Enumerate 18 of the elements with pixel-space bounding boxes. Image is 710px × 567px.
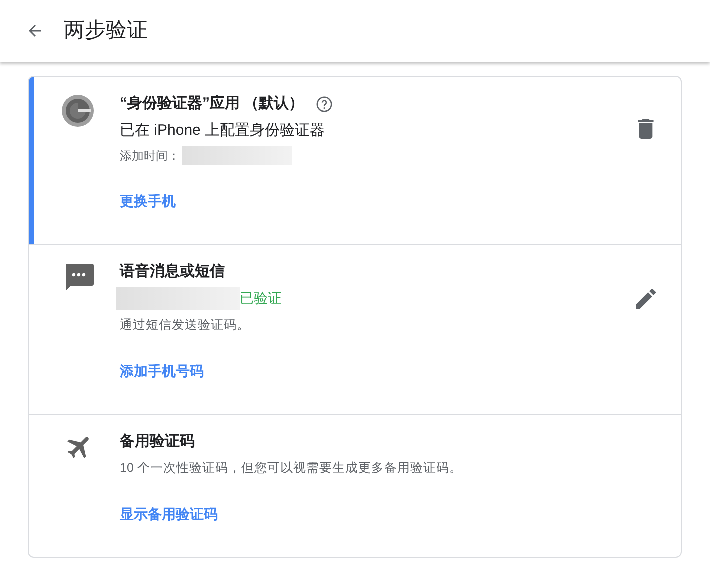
description-text: 通过短信发送验证码。 bbox=[120, 317, 251, 334]
section-title: 备用验证码 bbox=[120, 432, 195, 452]
verified-status: 已验证 bbox=[240, 289, 282, 308]
action-link[interactable]: 添加手机号码 bbox=[120, 360, 204, 382]
help-icon[interactable] bbox=[316, 96, 334, 112]
message-icon bbox=[63, 262, 95, 294]
pencil-icon bbox=[636, 289, 656, 309]
action-link[interactable]: 更换手机 bbox=[120, 191, 176, 212]
edit-button[interactable] bbox=[634, 287, 658, 311]
trash-icon bbox=[638, 119, 654, 139]
section-title: 语音消息或短信 bbox=[120, 262, 225, 282]
authenticator-icon bbox=[61, 94, 95, 128]
action-link[interactable]: 显示备用验证码 bbox=[120, 504, 218, 524]
added-time-label: 添加时间： bbox=[120, 148, 180, 164]
page-title: 两步验证 bbox=[64, 18, 148, 44]
section-title: “身份验证器”应用 （默认） bbox=[120, 94, 304, 114]
description-text: 10 个一次性验证码，但您可以视需要生成更多备用验证码。 bbox=[120, 460, 464, 477]
description-text: 已在 iPhone 上配置身份验证器 bbox=[120, 121, 326, 141]
